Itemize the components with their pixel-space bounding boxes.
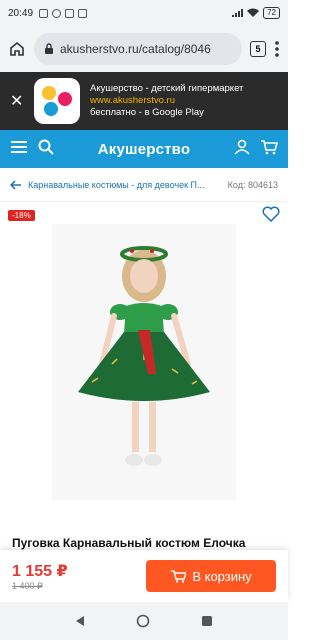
breadcrumb: Карнавальные костюмы - для девочек П... … xyxy=(0,168,288,202)
app-banner-link[interactable]: Акушерство - детский гипермаркет www.aku… xyxy=(90,83,243,119)
wifi-icon xyxy=(247,8,260,17)
back-arrow-icon[interactable] xyxy=(10,179,22,190)
banner-title: Акушерство - детский гипермаркет xyxy=(90,83,244,94)
app-logo xyxy=(34,78,80,124)
banner-url: www.akusherstvo.ru xyxy=(90,95,176,106)
buy-bar: 1 155 ₽ 1 400 ₽ В корзину xyxy=(0,550,288,602)
product-image[interactable] xyxy=(52,224,236,500)
add-to-cart-button[interactable]: В корзину xyxy=(146,560,276,592)
site-header: Акушерство xyxy=(0,130,288,168)
product-title: Пуговка Карнавальный костюм Елочка xyxy=(12,536,246,550)
home-button-icon[interactable] xyxy=(136,614,150,628)
gallery-icon xyxy=(65,8,75,18)
app-install-banner: ✕ Акушерство - детский гипермаркет www.a… xyxy=(0,72,288,130)
whatsapp-icon xyxy=(52,8,62,18)
favorite-heart-icon[interactable] xyxy=(262,206,280,227)
product-gallery: -18% xyxy=(0,202,288,532)
site-logo[interactable]: Акушерство xyxy=(64,141,224,158)
signal-icon xyxy=(232,9,244,17)
breadcrumb-link[interactable]: Карнавальные костюмы - для девочек П... xyxy=(28,180,222,190)
search-icon[interactable] xyxy=(38,139,54,160)
product-code: Код: 804613 xyxy=(227,179,278,190)
trash-icon xyxy=(78,8,88,18)
more-menu-icon[interactable] xyxy=(274,40,280,58)
browser-toolbar: akusherstvo.ru/catalog/8046 5 xyxy=(0,26,288,72)
cart-icon xyxy=(171,570,187,583)
alarm-icon xyxy=(39,8,49,18)
url-text: akusherstvo.ru/catalog/8046 xyxy=(60,42,211,56)
close-icon[interactable]: ✕ xyxy=(10,91,24,111)
home-icon[interactable] xyxy=(8,40,26,58)
cart-icon[interactable] xyxy=(260,139,279,160)
lock-icon xyxy=(45,43,53,54)
status-bar: 20:49 72 xyxy=(0,0,288,26)
address-bar[interactable]: akusherstvo.ru/catalog/8046 xyxy=(34,33,242,65)
status-time: 20:49 xyxy=(8,7,34,19)
back-icon[interactable] xyxy=(75,615,85,627)
system-nav-bar xyxy=(0,602,288,640)
current-price: 1 155 ₽ xyxy=(12,562,68,580)
account-icon[interactable] xyxy=(234,139,250,160)
discount-badge: -18% xyxy=(8,210,35,221)
banner-subtitle: бесплатно - в Google Play xyxy=(90,107,204,118)
hamburger-menu-icon[interactable] xyxy=(10,140,28,159)
battery-icon: 72 xyxy=(263,7,280,19)
add-to-cart-label: В корзину xyxy=(192,568,252,584)
recents-icon[interactable] xyxy=(201,615,213,627)
old-price: 1 400 ₽ xyxy=(12,580,43,591)
tabs-button[interactable]: 5 xyxy=(250,41,266,57)
